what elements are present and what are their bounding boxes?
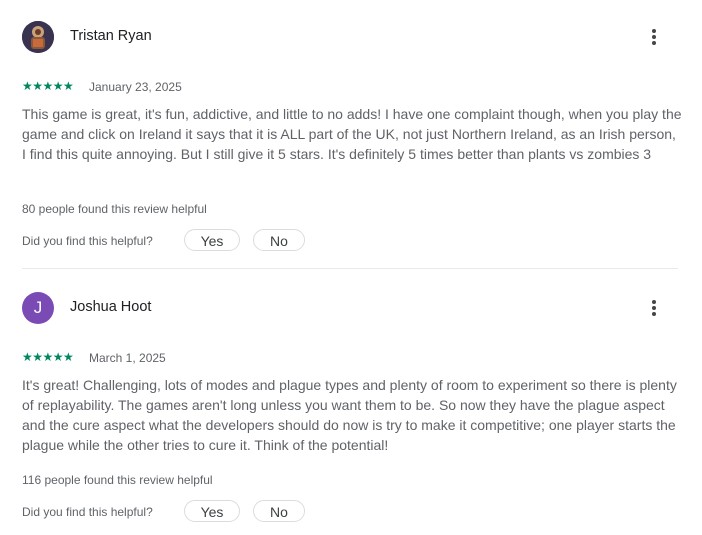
more-vert-icon (652, 29, 656, 45)
review-text: This game is great, it's fun, addictive,… (22, 106, 682, 162)
helpful-question: Did you find this helpful? (22, 234, 153, 248)
star-rating: ★★★★★ (22, 350, 74, 364)
helpful-yes-button[interactable]: Yes (184, 500, 240, 522)
helpful-no-button[interactable]: No (253, 229, 305, 251)
helpful-question: Did you find this helpful? (22, 505, 153, 519)
helpful-count: 116 people found this review helpful (22, 473, 213, 487)
avatar (22, 21, 54, 53)
review-menu-button[interactable] (640, 294, 668, 322)
helpful-count: 80 people found this review helpful (22, 202, 207, 216)
review-date: March 1, 2025 (89, 351, 166, 365)
helpful-no-button[interactable]: No (253, 500, 305, 522)
helpful-yes-button[interactable]: Yes (184, 229, 240, 251)
review-divider (22, 268, 678, 269)
review-menu-button[interactable] (640, 23, 668, 51)
avatar-image (22, 21, 54, 53)
avatar: J (22, 292, 54, 324)
review-date: January 23, 2025 (89, 80, 182, 94)
more-vert-icon (652, 300, 656, 316)
star-rating: ★★★★★ (22, 79, 74, 93)
reviewer-name: Tristan Ryan (70, 28, 152, 44)
reviewer-name: Joshua Hoot (70, 299, 152, 315)
review-text: It's great! Challenging, lots of modes a… (22, 377, 677, 453)
